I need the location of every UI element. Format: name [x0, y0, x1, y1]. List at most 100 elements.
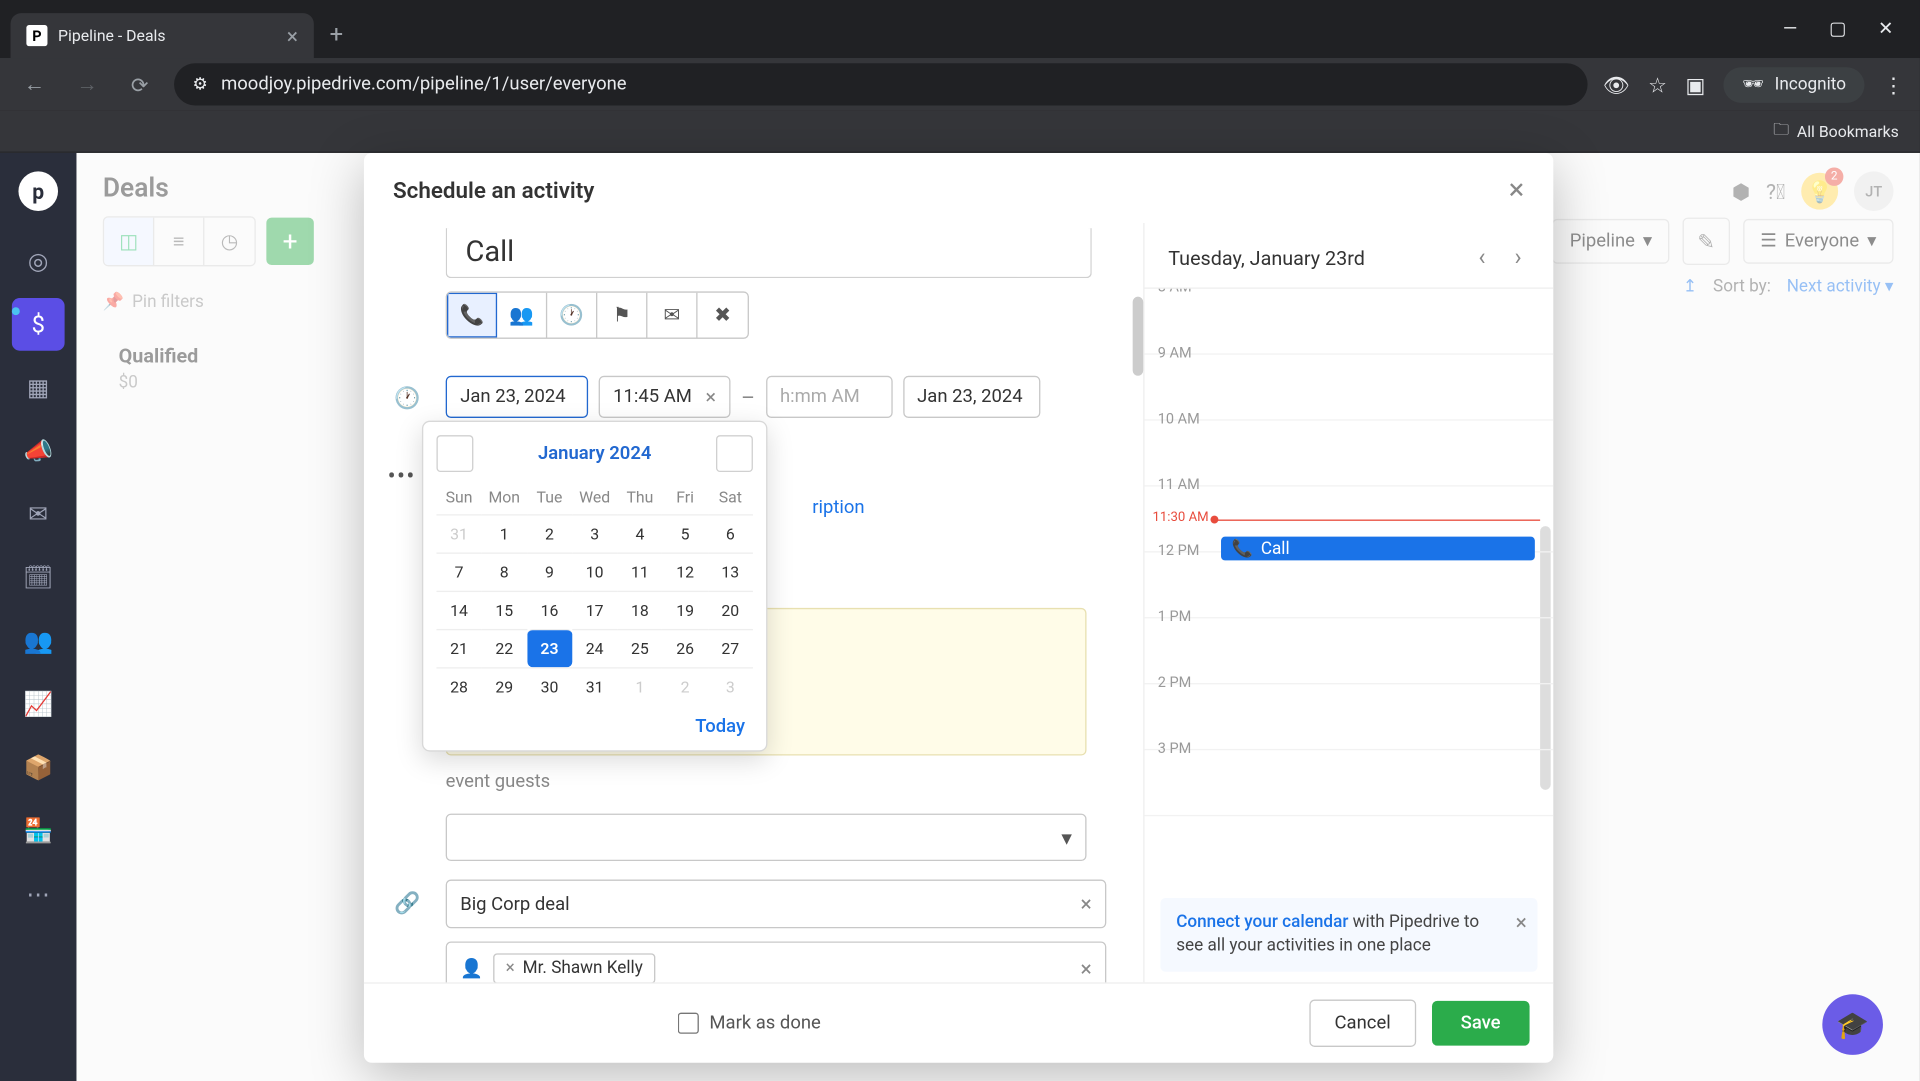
calendar-day[interactable]: 31 [436, 514, 481, 552]
type-task-button[interactable]: 🕐 [547, 293, 597, 338]
save-button[interactable]: Save [1432, 1001, 1530, 1046]
remove-person-icon[interactable]: × [506, 959, 515, 979]
activity-subject-input[interactable]: Call [446, 228, 1092, 278]
all-bookmarks-link[interactable]: All Bookmarks [1797, 122, 1899, 140]
browser-tab[interactable]: P Pipeline - Deals × [11, 13, 314, 58]
calendar-day[interactable]: 31 [572, 667, 617, 705]
prev-day-button[interactable]: ‹ [1470, 241, 1493, 274]
calendar-day[interactable]: 11 [617, 552, 662, 590]
browser-menu-icon[interactable]: ⋮ [1883, 72, 1904, 97]
site-settings-icon[interactable]: ⚙ [193, 75, 208, 95]
connect-calendar-link[interactable]: Connect your calendar [1176, 912, 1348, 932]
calendar-day[interactable]: 30 [527, 667, 572, 705]
calendar-day[interactable]: 3 [708, 667, 753, 705]
calendar-day[interactable]: 20 [708, 591, 753, 629]
sidebar-item-campaigns[interactable]: 📣 [12, 425, 65, 478]
linked-deal-input[interactable]: Big Corp deal × [446, 880, 1107, 929]
close-icon[interactable]: × [1509, 174, 1524, 207]
more-options-icon[interactable]: ••• [388, 463, 416, 491]
dismiss-tip-icon[interactable]: × [1516, 908, 1527, 938]
calendar-day[interactable]: 5 [662, 514, 707, 552]
new-tab-button[interactable]: + [330, 20, 343, 48]
sidebar-item-leads[interactable]: ◎ [12, 235, 65, 288]
calendar-day[interactable]: 7 [436, 552, 481, 590]
hour-row[interactable]: 3 PM [1145, 750, 1554, 816]
calendar-day[interactable]: 2 [662, 667, 707, 705]
hour-row[interactable]: 8 AM [1145, 289, 1554, 355]
sidebar-item-contacts[interactable]: 👥 [12, 614, 65, 667]
next-day-button[interactable]: › [1507, 241, 1530, 274]
calendar-day[interactable]: 1 [482, 514, 527, 552]
end-date-input[interactable]: Jan 23, 2024 [903, 376, 1040, 418]
clear-deal-icon[interactable]: × [1081, 891, 1092, 916]
visibility-off-icon[interactable]: 👁 [1603, 72, 1630, 97]
calendar-day[interactable]: 12 [662, 552, 707, 590]
type-lunch-button[interactable]: ✖ [698, 293, 748, 338]
calendar-day[interactable]: 2 [527, 514, 572, 552]
sidebar-item-products[interactable]: 📦 [12, 741, 65, 794]
clear-time-icon[interactable]: × [700, 385, 721, 409]
url-input[interactable]: ⚙ moodjoy.pipedrive.com/pipeline/1/user/… [174, 63, 1587, 105]
calendar-day[interactable]: 23 [527, 629, 572, 667]
calendar-day[interactable]: 24 [572, 629, 617, 667]
sidebar-item-projects[interactable]: ▦ [12, 361, 65, 414]
type-call-button[interactable]: 📞 [447, 293, 497, 338]
sidebar-item-deals[interactable]: $ [12, 298, 65, 351]
calendar-day[interactable]: 25 [617, 629, 662, 667]
type-email-button[interactable]: ✉ [647, 293, 697, 338]
guests-placeholder[interactable]: event guests [446, 771, 551, 792]
free-busy-dropdown[interactable]: ▾ [446, 814, 1087, 861]
close-window-icon[interactable]: ✕ [1878, 18, 1893, 39]
clear-person-icon[interactable]: × [1081, 956, 1092, 981]
calendar-day[interactable]: 1 [617, 667, 662, 705]
hour-row[interactable]: 10 AM [1145, 421, 1554, 487]
mark-done-checkbox[interactable]: Mark as done [678, 1013, 821, 1034]
calendar-day[interactable]: 14 [436, 591, 481, 629]
calendar-day[interactable]: 13 [708, 552, 753, 590]
panel-icon[interactable]: ▣ [1685, 72, 1705, 97]
calendar-day[interactable]: 26 [662, 629, 707, 667]
calendar-day[interactable]: 4 [617, 514, 662, 552]
calendar-day[interactable]: 29 [482, 667, 527, 705]
calendar-event[interactable]: 📞Call [1221, 537, 1535, 561]
add-description-link[interactable]: ription [812, 497, 864, 518]
calendar-day[interactable]: 18 [617, 591, 662, 629]
type-deadline-button[interactable]: ⚑ [597, 293, 647, 338]
calendar-day[interactable]: 15 [482, 591, 527, 629]
today-button[interactable]: Today [436, 705, 752, 739]
start-time-input[interactable]: 11:45 AM [613, 377, 700, 417]
hour-row[interactable]: 1 PM [1145, 618, 1554, 684]
calendar-day[interactable]: 8 [482, 552, 527, 590]
calendar-day[interactable]: 28 [436, 667, 481, 705]
type-meeting-button[interactable]: 👥 [497, 293, 547, 338]
cancel-button[interactable]: Cancel [1309, 999, 1415, 1046]
sidebar-item-marketplace[interactable]: 🏪 [12, 804, 65, 857]
calendar-day[interactable]: 16 [527, 591, 572, 629]
linked-person-input[interactable]: 👤 × Mr. Shawn Kelly × [446, 941, 1107, 982]
calendar-day[interactable]: 21 [436, 629, 481, 667]
sidebar-item-mail[interactable]: ✉ [12, 488, 65, 541]
calendar-day[interactable]: 9 [527, 552, 572, 590]
hour-row[interactable]: 12 PM [1145, 552, 1554, 618]
person-chip[interactable]: × Mr. Shawn Kelly [494, 953, 655, 982]
scrollbar-thumb[interactable] [1133, 297, 1144, 376]
calendar-day[interactable]: 27 [708, 629, 753, 667]
reload-button[interactable]: ⟳ [121, 66, 158, 103]
start-date-input[interactable]: Jan 23, 2024 [446, 376, 588, 418]
hour-row[interactable]: 9 AM [1145, 355, 1554, 421]
sidebar-item-insights[interactable]: 📈 [12, 678, 65, 731]
end-time-input[interactable]: h:mm AM [765, 376, 892, 418]
mark-done-input[interactable] [678, 1013, 699, 1034]
minimize-icon[interactable]: — [1783, 18, 1797, 39]
calendar-day[interactable]: 22 [482, 629, 527, 667]
tab-close-icon[interactable]: × [287, 23, 298, 48]
day-grid[interactable]: 8 AM9 AM10 AM11 AM12 PM1 PM2 PM3 PM11:30… [1145, 287, 1554, 886]
next-month-button[interactable] [716, 435, 753, 472]
maximize-icon[interactable]: ▢ [1829, 18, 1846, 39]
calendar-month-label[interactable]: January 2024 [538, 443, 651, 464]
help-fab[interactable]: 🎓 [1822, 994, 1883, 1055]
sidebar-item-activities[interactable]: 🗓 [12, 551, 65, 604]
hour-row[interactable]: 2 PM [1145, 684, 1554, 750]
sidebar-item-more[interactable]: ⋯ [12, 868, 65, 921]
bookmark-star-icon[interactable]: ☆ [1648, 72, 1667, 97]
